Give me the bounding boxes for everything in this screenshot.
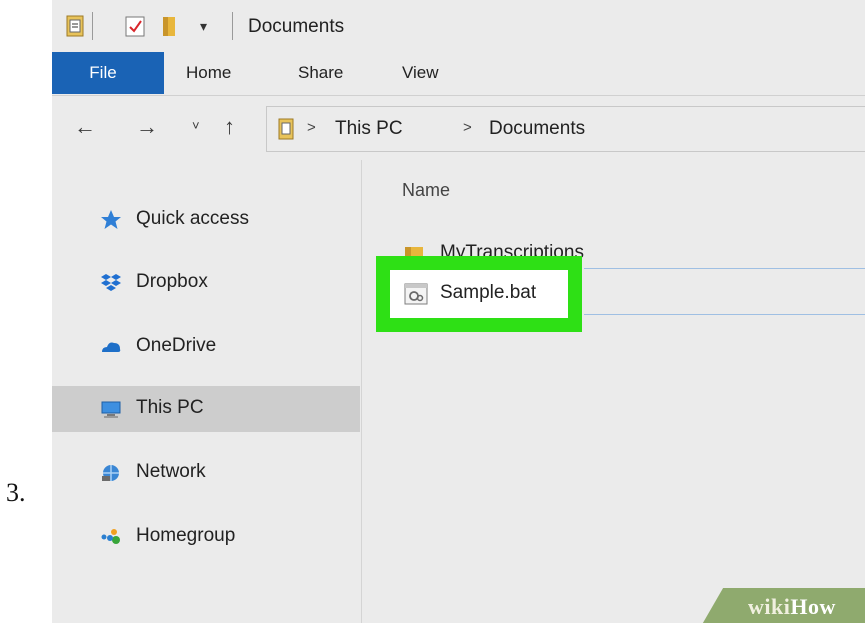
breadcrumb-separator: > [307, 119, 316, 136]
toolbar-separator [232, 12, 233, 40]
sidebar-item-quick-access[interactable]: Quick access [52, 197, 360, 243]
sidebar-item-dropbox[interactable]: Dropbox [52, 260, 360, 306]
file-list: Name MyTranscriptions [364, 160, 865, 623]
navigation-pane: Quick access Dropbox OneDrive This PC Ne… [52, 160, 362, 623]
location-icon [278, 118, 294, 140]
customize-toolbar-icon[interactable]: ▾ [200, 18, 207, 35]
sidebar-item-label: Homegroup [136, 525, 236, 546]
selection-line [584, 314, 865, 315]
up-button[interactable]: ↑ [224, 114, 235, 140]
watermark-wiki: wiki [748, 594, 791, 619]
sidebar-item-label: Network [136, 461, 206, 482]
navigation-bar: ← → ˅ ↑ > This PC > Documents [52, 100, 865, 160]
tab-file[interactable]: File [52, 52, 164, 94]
window-title: Documents [248, 16, 345, 37]
sidebar-item-network[interactable]: Network [52, 450, 360, 496]
sidebar-item-label: Dropbox [136, 271, 208, 292]
onedrive-icon [102, 342, 121, 352]
sidebar-item-label: OneDrive [136, 335, 217, 356]
toolbar-separator [92, 12, 93, 40]
ribbon-tabs: File Home Share View [52, 52, 865, 96]
breadcrumb-separator: > [463, 119, 472, 136]
tab-view[interactable]: View [402, 52, 439, 94]
step-number: 3. [6, 478, 26, 507]
address-bar[interactable]: > This PC > Documents [266, 106, 865, 152]
breadcrumb-this-pc[interactable]: This PC [335, 118, 403, 140]
batch-file-icon [404, 283, 428, 305]
sidebar-item-this-pc[interactable]: This PC [52, 386, 360, 432]
homegroup-icon [101, 529, 120, 544]
recent-locations-button[interactable]: ˅ [192, 118, 200, 133]
sidebar-item-homegroup[interactable]: Homegroup [52, 514, 360, 560]
tab-share[interactable]: Share [298, 52, 343, 94]
computer-icon [101, 401, 121, 418]
title-bar: ▾ Documents [52, 0, 865, 52]
forward-button[interactable]: → [136, 114, 158, 140]
checklist-icon[interactable] [124, 14, 146, 38]
sidebar-item-label: This PC [136, 397, 204, 418]
watermark-how: How [790, 594, 836, 619]
selection-line [584, 268, 865, 269]
network-icon [102, 465, 119, 481]
tab-home[interactable]: Home [186, 52, 231, 94]
file-name: Sample.bat [440, 282, 537, 303]
sidebar-item-label: Quick access [136, 208, 249, 229]
dropbox-icon [101, 274, 121, 291]
watermark-logo: wikiHow [748, 594, 836, 620]
sidebar-item-onedrive[interactable]: OneDrive [52, 324, 360, 370]
folder-icon[interactable] [160, 14, 182, 38]
breadcrumb-documents[interactable]: Documents [489, 118, 585, 140]
star-icon [101, 210, 121, 229]
column-header-name[interactable]: Name [402, 180, 450, 201]
back-button[interactable]: ← [74, 114, 96, 140]
properties-icon[interactable] [64, 14, 86, 38]
